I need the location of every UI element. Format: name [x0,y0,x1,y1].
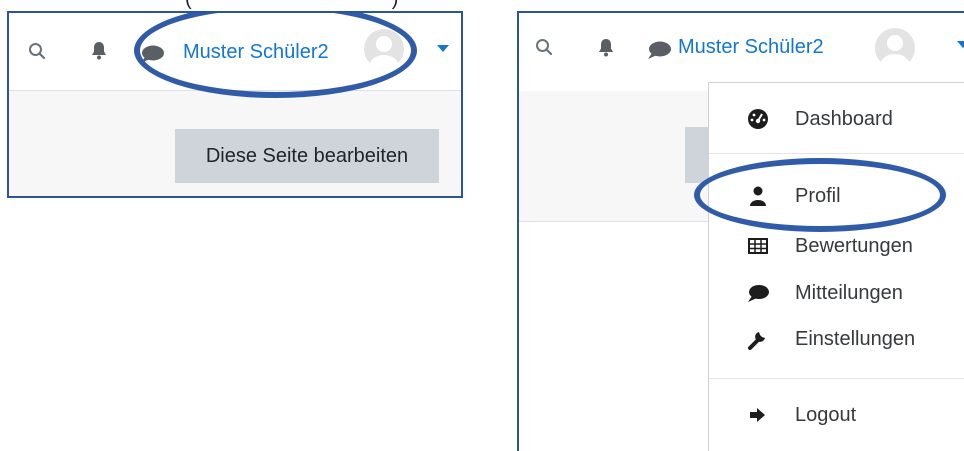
dashboard-icon [748,109,768,129]
menu-item-mitteilungen[interactable]: Mitteilungen [709,271,964,315]
navbar: Muster Schüler2 [9,13,461,91]
search-icon[interactable] [535,38,553,56]
bell-icon[interactable] [91,41,107,61]
menu-item-label: Mitteilungen [795,281,903,304]
avatar[interactable] [875,28,915,68]
chat-icon[interactable] [646,40,672,60]
menu-item-label: Dashboard [795,107,893,130]
logout-icon [750,408,765,422]
menu-item-label: Profil [795,184,841,207]
menu-item-dashboard[interactable]: Dashboard [709,97,964,141]
user-dropdown-menu: Dashboard Profil Bewertungen Mitteilunge… [708,82,964,451]
menu-item-einstellungen[interactable]: Einstellungen [709,317,964,361]
default-user-avatar-icon [880,35,910,68]
menu-divider [709,378,964,379]
chat-icon[interactable] [139,44,165,64]
menu-item-logout[interactable]: Logout [709,393,964,437]
wrench-icon [748,332,765,350]
caption-fragment: ( ) [185,0,398,11]
user-icon [750,186,766,206]
menu-item-bewertungen[interactable]: Bewertungen [709,224,964,268]
menu-item-profil[interactable]: Profil [709,174,964,218]
menu-item-label: Logout [795,403,857,426]
table-icon [748,238,768,254]
left-screenshot-panel: Muster Schüler2 Diese Seite bearbeiten [7,11,463,198]
page-content [519,91,709,222]
user-menu-name[interactable]: Muster Schüler2 [678,36,824,59]
search-icon[interactable] [28,42,46,60]
bell-icon[interactable] [598,38,614,58]
caret-down-icon[interactable] [437,45,449,53]
menu-item-label: Bewertungen [795,234,913,257]
default-user-avatar-icon [369,36,399,69]
menu-item-label: Einstellungen [795,327,916,350]
caret-down-icon[interactable] [957,41,964,49]
user-menu-name[interactable]: Muster Schüler2 [183,41,329,64]
avatar[interactable] [364,29,404,69]
edit-page-button[interactable]: Diese Seite bearbeiten [175,129,439,183]
menu-divider [709,153,964,154]
right-screenshot-panel: Muster Schüler2 Dashboard Profil Bewertu… [517,11,964,451]
navbar: Muster Schüler2 [519,13,964,90]
chat-icon [748,285,769,302]
